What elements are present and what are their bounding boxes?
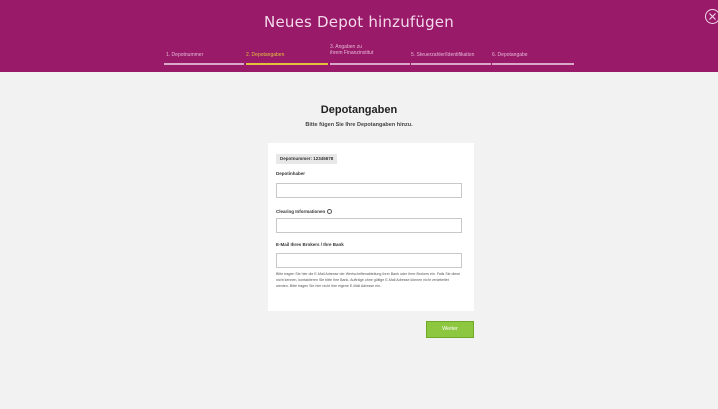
step-line-5: [492, 63, 574, 65]
email-help-text: Bitte tragen Sie hier die E-Mail Adresse…: [276, 272, 461, 288]
depot-number-badge: Depotnummer: 12345678: [276, 154, 338, 164]
page-subtitle: Bitte fügen Sie Ihre Depotangaben hinzu.: [305, 122, 413, 128]
close-icon[interactable]: [705, 9, 718, 24]
form-card: Depotnummer: 12345678 Depotinhaber Clear…: [268, 143, 474, 311]
step-depotangaben[interactable]: 2. Depotangaben: [246, 52, 284, 58]
depotinhaber-input[interactable]: [276, 183, 462, 198]
email-input[interactable]: [276, 253, 462, 268]
next-button[interactable]: Weiter: [426, 321, 474, 338]
clearing-label: Clearing Informationen: [276, 209, 333, 215]
info-icon[interactable]: [327, 209, 333, 215]
step-depotnummer[interactable]: 1. Depotnummer: [166, 52, 203, 58]
dialog-title: Neues Depot hinzufügen: [264, 13, 454, 31]
clearing-label-text: Clearing Informationen: [276, 209, 326, 214]
step-line-4: [411, 63, 491, 65]
depotinhaber-label: Depotinhaber: [276, 171, 306, 176]
step-line-2: [246, 63, 328, 65]
step-line-3: [330, 63, 410, 65]
header-bar: Neues Depot hinzufügen 1. Depotnummer 2.…: [0, 0, 718, 72]
clearing-input[interactable]: [276, 218, 462, 233]
step-depotangabe[interactable]: 6. Depotangabe: [492, 52, 528, 58]
email-label: E-Mail Ihres Brokers / Ihre Bank: [276, 242, 344, 247]
page-title: Depotangaben: [320, 104, 398, 116]
step-line-1: [164, 63, 244, 65]
step-steuerzahler[interactable]: 5. Steuerzahler/Identifikation: [411, 52, 474, 58]
step-finanzinstitut[interactable]: 3. Angaben zu ihrem Finanzinstitut: [330, 44, 375, 56]
